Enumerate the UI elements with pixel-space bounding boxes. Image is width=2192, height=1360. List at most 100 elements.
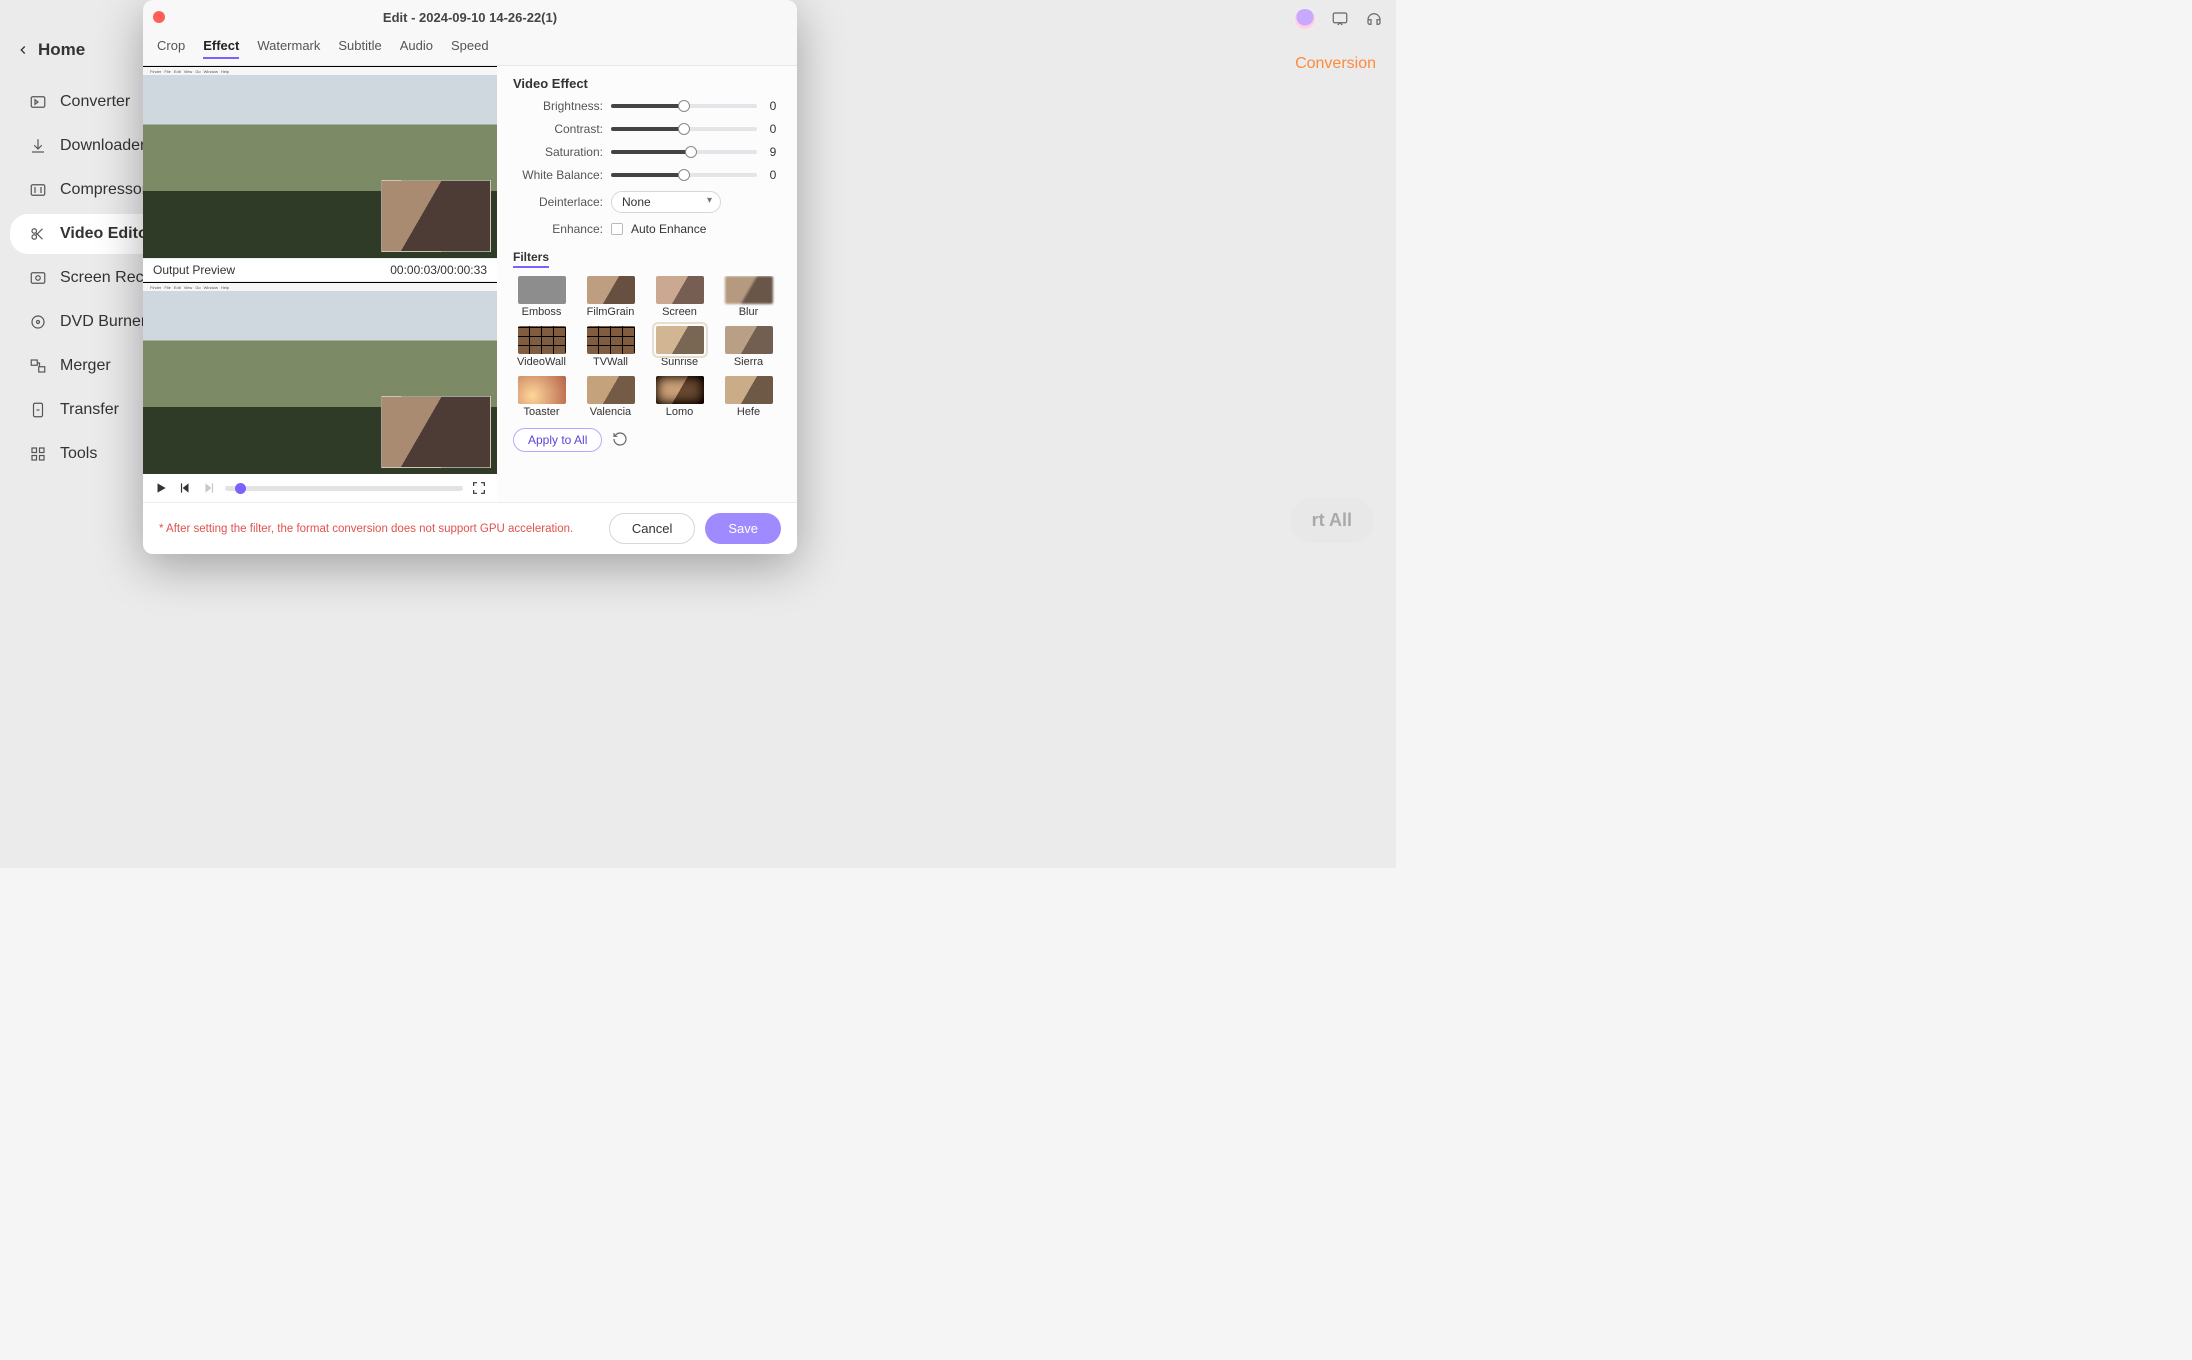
filter-filmgrain[interactable]: FilmGrain — [582, 276, 639, 318]
conversion-label: Conversion — [1295, 55, 1376, 73]
filter-label: Lomo — [666, 406, 694, 418]
auto-enhance-checkbox[interactable] — [611, 223, 623, 235]
support-icon[interactable] — [1364, 9, 1384, 29]
filter-thumb — [587, 276, 635, 304]
filter-label: Valencia — [590, 406, 631, 418]
compressor-icon — [28, 180, 48, 200]
gpu-warning: * After setting the filter, the format c… — [159, 523, 573, 535]
filter-thumb — [656, 376, 704, 404]
topbar-actions — [1294, 8, 1384, 30]
apply-to-all-button[interactable]: Apply to All — [513, 428, 602, 452]
converter-icon — [28, 92, 48, 112]
tools-icon — [28, 444, 48, 464]
tab-audio[interactable]: Audio — [400, 34, 433, 59]
contrast-row: Contrast: 0 — [513, 122, 781, 136]
output-preview-label: Output Preview — [153, 263, 235, 277]
saturation-slider[interactable] — [611, 150, 757, 154]
reset-icon[interactable] — [612, 431, 630, 449]
contrast-slider[interactable] — [611, 127, 757, 131]
video-editor-icon — [28, 224, 48, 244]
filter-label: Screen — [662, 306, 697, 318]
filter-label: TVWall — [593, 356, 628, 368]
pip-overlay — [381, 180, 491, 252]
saturation-label: Saturation: — [513, 145, 603, 159]
sidebar-item-label: Transfer — [60, 401, 119, 419]
filter-label: Sunrise — [661, 356, 698, 368]
contrast-value: 0 — [765, 122, 781, 136]
filter-sunrise[interactable]: Sunrise — [651, 326, 708, 368]
enhance-row: Enhance: Auto Enhance — [513, 222, 781, 236]
white-balance-row: White Balance: 0 — [513, 168, 781, 182]
filter-emboss[interactable]: Emboss — [513, 276, 570, 318]
filter-tvwall[interactable]: TVWall — [582, 326, 639, 368]
deinterlace-select[interactable]: None — [611, 191, 721, 213]
filter-toaster[interactable]: Toaster — [513, 376, 570, 418]
brightness-label: Brightness: — [513, 99, 603, 113]
deinterlace-value: None — [622, 195, 651, 209]
filter-sierra[interactable]: Sierra — [720, 326, 777, 368]
white-balance-slider[interactable] — [611, 173, 757, 177]
brightness-row: Brightness: 0 — [513, 99, 781, 113]
contrast-label: Contrast: — [513, 122, 603, 136]
downloader-icon — [28, 136, 48, 156]
chevron-left-icon — [16, 43, 30, 57]
filter-valencia[interactable]: Valencia — [582, 376, 639, 418]
pip-overlay — [381, 396, 491, 468]
filter-thumb — [656, 276, 704, 304]
playback-progress[interactable] — [225, 486, 463, 491]
sidebar-item-label: Downloader — [60, 137, 145, 155]
avatar-icon[interactable] — [1294, 8, 1316, 30]
effect-panel: Video Effect Brightness: 0 Contrast: 0 S… — [497, 66, 797, 502]
filter-label: FilmGrain — [587, 306, 635, 318]
merger-icon — [28, 356, 48, 376]
filter-label: Hefe — [737, 406, 760, 418]
chat-icon[interactable] — [1330, 9, 1350, 29]
sidebar-item-label: Tools — [60, 445, 97, 463]
filter-label: Blur — [739, 306, 759, 318]
sidebar-item-label: Compressor — [60, 181, 147, 199]
tab-effect[interactable]: Effect — [203, 34, 239, 59]
dialog-close-icon[interactable] — [153, 11, 165, 23]
filter-label: Toaster — [523, 406, 559, 418]
output-preview: FinderFileEditViewGoWindowHelp — [143, 282, 497, 474]
brightness-slider[interactable] — [611, 104, 757, 108]
tab-watermark[interactable]: Watermark — [257, 34, 320, 59]
enhance-label: Enhance: — [513, 222, 603, 236]
fullscreen-button[interactable] — [471, 480, 487, 496]
dialog-footer: * After setting the filter, the format c… — [143, 502, 797, 554]
saturation-value: 9 — [765, 145, 781, 159]
sidebar-item-label: DVD Burner — [60, 313, 146, 331]
video-effect-title: Video Effect — [513, 76, 781, 91]
preview-timecode: 00:00:03/00:00:33 — [390, 263, 487, 277]
play-button[interactable] — [153, 480, 169, 496]
rt-all-button[interactable]: rt All — [1290, 498, 1374, 543]
original-preview: FinderFileEditViewGoWindowHelp — [143, 66, 497, 258]
filter-label: Sierra — [734, 356, 763, 368]
filter-thumb — [725, 376, 773, 404]
white-balance-value: 0 — [765, 168, 781, 182]
dialog-title: Edit - 2024-09-10 14-26-22(1) — [383, 10, 557, 25]
edit-tabs: Crop Effect Watermark Subtitle Audio Speed — [143, 34, 797, 66]
filters-title: Filters — [513, 250, 549, 268]
filter-thumb — [587, 326, 635, 354]
transfer-icon — [28, 400, 48, 420]
filter-videowall[interactable]: VideoWall — [513, 326, 570, 368]
filter-hefe[interactable]: Hefe — [720, 376, 777, 418]
filter-thumb — [518, 276, 566, 304]
step-forward-button[interactable] — [201, 480, 217, 496]
tab-speed[interactable]: Speed — [451, 34, 489, 59]
filter-screen[interactable]: Screen — [651, 276, 708, 318]
step-back-button[interactable] — [177, 480, 193, 496]
tab-crop[interactable]: Crop — [157, 34, 185, 59]
filter-thumb — [725, 276, 773, 304]
cancel-button[interactable]: Cancel — [609, 513, 695, 544]
sidebar-item-label: Converter — [60, 93, 130, 111]
filter-thumb — [587, 376, 635, 404]
preview-info: Output Preview 00:00:03/00:00:33 — [143, 258, 497, 282]
screen-recorder-icon — [28, 268, 48, 288]
filter-lomo[interactable]: Lomo — [651, 376, 708, 418]
white-balance-label: White Balance: — [513, 168, 603, 182]
filter-blur[interactable]: Blur — [720, 276, 777, 318]
save-button[interactable]: Save — [705, 513, 781, 544]
tab-subtitle[interactable]: Subtitle — [338, 34, 381, 59]
